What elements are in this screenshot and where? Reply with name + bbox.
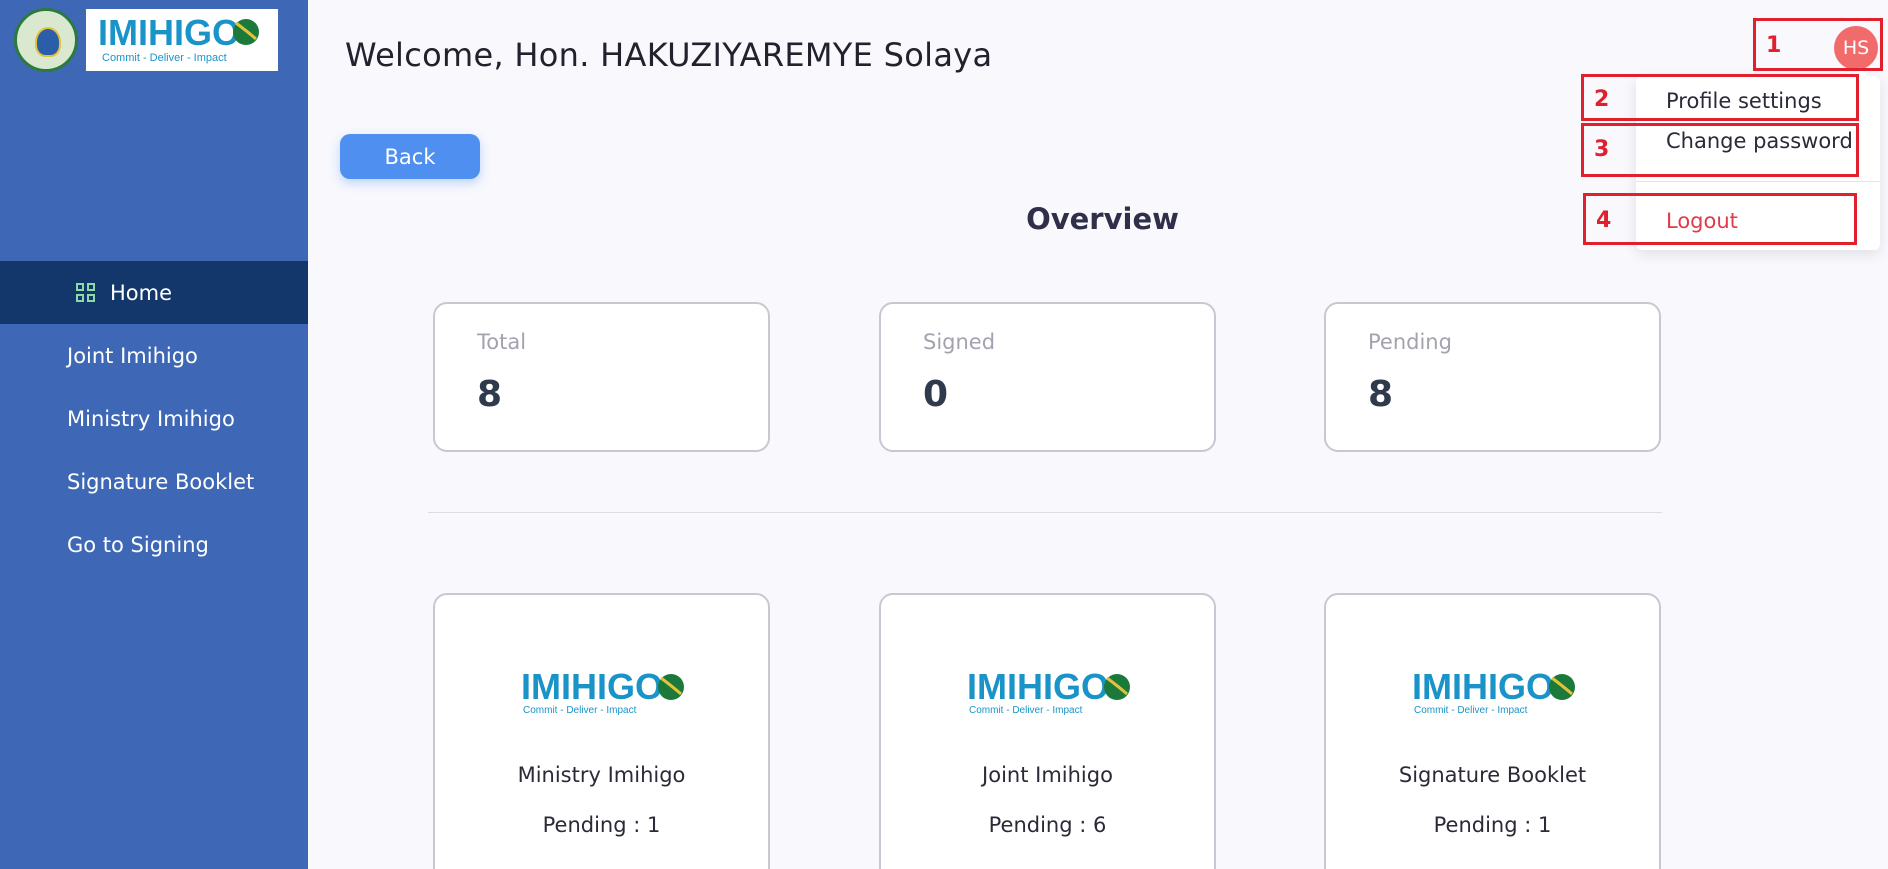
module-card-signature-booklet[interactable]: IMIHIGO Commit - Deliver - Impact Signat… xyxy=(1324,593,1661,869)
annotation-number-4: 4 xyxy=(1596,208,1612,233)
module-title: Signature Booklet xyxy=(1398,763,1587,787)
sidebar-item-label: Home xyxy=(110,280,173,305)
stat-card-signed: Signed 0 xyxy=(879,302,1216,452)
annotation-number-3: 3 xyxy=(1594,137,1610,162)
national-seal-icon xyxy=(14,8,78,72)
stat-label: Pending xyxy=(1368,330,1452,354)
sidebar: IMIHIGO Commit - Deliver - Impact Home J… xyxy=(0,0,308,869)
svg-text:Commit - Deliver - Impact: Commit - Deliver - Impact xyxy=(523,705,637,715)
svg-text:Commit - Deliver - Impact: Commit - Deliver - Impact xyxy=(969,705,1083,715)
stat-card-pending: Pending 8 xyxy=(1324,302,1661,452)
svg-text:IMIHIGO: IMIHIGO xyxy=(967,666,1109,707)
sidebar-item-label: Go to Signing xyxy=(67,532,209,557)
overview-title: Overview xyxy=(1026,202,1179,236)
sidebar-item-label: Joint Imihigo xyxy=(67,343,198,368)
annotation-box-3 xyxy=(1581,123,1859,177)
svg-text:Commit - Deliver - Impact: Commit - Deliver - Impact xyxy=(102,52,227,64)
svg-text:Commit - Deliver - Impact: Commit - Deliver - Impact xyxy=(1414,705,1528,715)
sidebar-item-ministry-imihigo[interactable]: Ministry Imihigo xyxy=(0,387,308,450)
stat-value: 8 xyxy=(1368,374,1394,415)
imihigo-logo-icon: IMIHIGO Commit - Deliver - Impact xyxy=(521,666,684,715)
sidebar-item-label: Signature Booklet xyxy=(67,469,255,494)
svg-text:IMIHIGO: IMIHIGO xyxy=(98,12,240,53)
logo-row: IMIHIGO Commit - Deliver - Impact xyxy=(14,8,278,72)
module-card-joint-imihigo[interactable]: IMIHIGO Commit - Deliver - Impact Joint … xyxy=(879,593,1216,869)
svg-text:IMIHIGO: IMIHIGO xyxy=(1412,666,1554,707)
sidebar-item-joint-imihigo[interactable]: Joint Imihigo xyxy=(0,324,308,387)
section-divider xyxy=(428,512,1662,513)
module-pending: Pending : 1 xyxy=(542,813,661,837)
module-pending: Pending : 1 xyxy=(1433,813,1552,837)
module-pending: Pending : 6 xyxy=(988,813,1107,837)
stat-label: Signed xyxy=(923,330,996,354)
grid-icon xyxy=(76,282,96,303)
module-title: Ministry Imihigo xyxy=(517,763,686,787)
stat-card-total: Total 8 xyxy=(433,302,770,452)
sidebar-item-go-to-signing[interactable]: Go to Signing xyxy=(0,513,308,576)
annotation-number-2: 2 xyxy=(1594,87,1610,112)
annotation-number-1: 1 xyxy=(1766,33,1782,58)
back-button[interactable]: Back xyxy=(340,134,480,179)
sidebar-item-home[interactable]: Home xyxy=(0,261,308,324)
stat-value: 8 xyxy=(477,374,503,415)
sidebar-item-signature-booklet[interactable]: Signature Booklet xyxy=(0,450,308,513)
sidebar-item-label: Ministry Imihigo xyxy=(67,406,235,431)
imihigo-logo-icon: IMIHIGO Commit - Deliver - Impact xyxy=(1412,666,1575,715)
module-title: Joint Imihigo xyxy=(982,763,1113,787)
brand-logo[interactable]: IMIHIGO Commit - Deliver - Impact xyxy=(86,9,278,71)
stat-label: Total xyxy=(477,330,527,354)
stat-value: 0 xyxy=(923,374,949,415)
imihigo-logo-icon: IMIHIGO Commit - Deliver - Impact xyxy=(98,12,259,64)
menu-divider xyxy=(1636,181,1880,182)
annotation-box-2 xyxy=(1581,74,1859,121)
module-card-ministry-imihigo[interactable]: IMIHIGO Commit - Deliver - Impact Minist… xyxy=(433,593,770,869)
sidebar-nav: Home Joint Imihigo Ministry Imihigo Sign… xyxy=(0,261,308,576)
imihigo-logo-icon: IMIHIGO Commit - Deliver - Impact xyxy=(967,666,1130,715)
welcome-message: Welcome, Hon. HAKUZIYAREMYE Solaya xyxy=(345,36,993,74)
annotation-box-4 xyxy=(1583,193,1857,245)
svg-text:IMIHIGO: IMIHIGO xyxy=(521,666,663,707)
